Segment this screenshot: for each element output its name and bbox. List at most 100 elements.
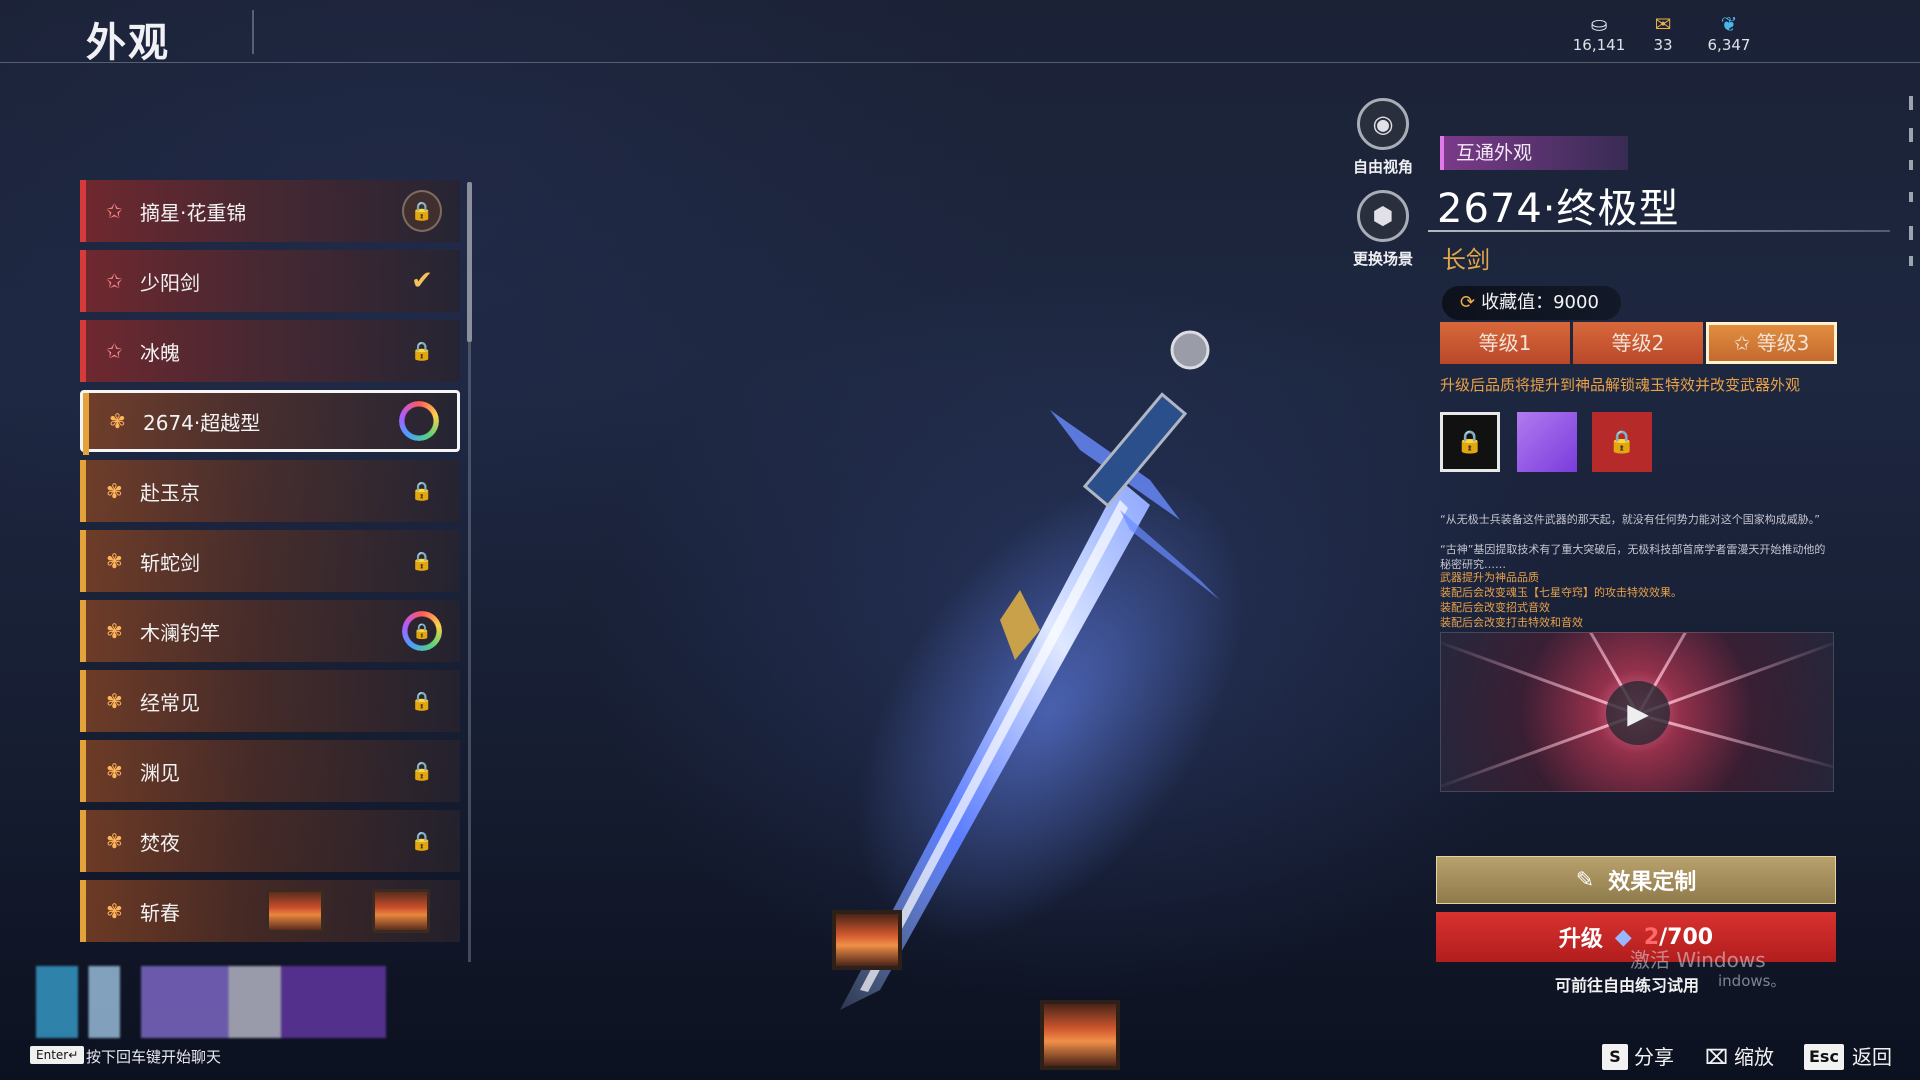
play-icon[interactable]: ▶	[1606, 681, 1670, 745]
tier-bar	[80, 250, 86, 312]
collection-icon: ⟳	[1460, 292, 1476, 313]
tier-bar	[80, 530, 86, 592]
effect-line: 装配后会改变魂玉【七星夺窍】的攻击特效效果。	[1440, 586, 1682, 599]
header-rule	[0, 62, 1920, 63]
list-item[interactable]: ✩ 冰魄 🔒	[80, 320, 460, 382]
soul-jade-slot-red[interactable]: 🔒	[1592, 412, 1652, 472]
scroll-dot	[1909, 160, 1913, 170]
esc-key[interactable]: Esc	[1804, 1044, 1844, 1070]
share-label[interactable]: 分享	[1634, 1044, 1674, 1070]
tab-level-3-label: 等级3	[1756, 331, 1810, 355]
rainbow-ring-icon	[399, 401, 439, 441]
tier-bar	[83, 393, 89, 455]
currency-value: 16,141	[1572, 36, 1626, 54]
lore-line: “从无极士兵装备这件武器的那天起，就没有任何势力能对这个国家构成威胁。”	[1440, 513, 1820, 526]
chat-hint[interactable]: 按下回车键开始聊天	[86, 1046, 221, 1067]
list-item-selected[interactable]: ✾ 2674·超越型	[80, 390, 460, 455]
list-item-label: 少阳剑	[140, 270, 200, 295]
flower-icon: ✾	[106, 619, 123, 643]
back-label[interactable]: 返回	[1852, 1044, 1892, 1070]
list-item-label: 赴玉京	[140, 480, 200, 505]
flower-icon: ✾	[106, 759, 123, 783]
list-item-label: 经常见	[140, 690, 200, 715]
list-scrollbar-thumb[interactable]	[467, 182, 472, 342]
currency-value: 6,347	[1707, 36, 1751, 54]
feather-icon: ❦	[1720, 12, 1738, 36]
tier-bar	[80, 740, 86, 802]
check-icon: ✔	[411, 266, 433, 296]
star-icon: ✩	[106, 339, 123, 363]
flower-icon: ✾	[106, 549, 123, 573]
list-item-label: 摘星·花重锦	[140, 200, 247, 225]
ticket-icon: ✉	[1654, 12, 1672, 36]
effect-customize-label: 效果定制	[1608, 870, 1697, 895]
scroll-dot	[1909, 226, 1913, 240]
lock-icon: 🔒	[410, 690, 434, 712]
tab-level-1[interactable]: 等级1	[1440, 322, 1570, 364]
list-item-label: 木澜钓竿	[140, 620, 220, 645]
lock-icon: 🔒	[1608, 429, 1636, 455]
collection-value: 收藏值：9000	[1481, 292, 1599, 313]
tier-bar	[80, 180, 86, 242]
list-item-label: 斩春	[140, 900, 180, 925]
upgrade-note: 升级后品质将提升到神品解锁魂玉特效并改变武器外观	[1440, 376, 1801, 394]
lock-emblem-icon: 🔒	[402, 190, 442, 232]
free-camera-label: 自由视角	[1352, 158, 1413, 176]
flower-icon: ✾	[106, 689, 123, 713]
effect-line: 装配后会改变打击特效和音效	[1440, 616, 1583, 629]
coin-icon: ⛀	[1590, 12, 1608, 36]
weapon-name: 2674·终极型	[1437, 186, 1680, 232]
tier-bar	[80, 460, 86, 522]
page-title: 外观	[86, 20, 170, 66]
color-swatch-purple[interactable]	[1517, 412, 1577, 472]
list-item[interactable]: ✾ 焚夜 🔒	[80, 810, 460, 872]
tab-level-2[interactable]: 等级2	[1573, 322, 1703, 364]
upgrade-label: 升级	[1558, 927, 1603, 952]
lock-icon: 🔒	[410, 760, 434, 782]
floating-lantern	[832, 910, 902, 970]
list-item[interactable]: ✾ 经常见 🔒	[80, 670, 460, 732]
list-item[interactable]: ✩ 摘星·花重锦 🔒	[80, 180, 460, 242]
zoom-icon[interactable]: ⌧	[1700, 1044, 1733, 1070]
list-item[interactable]: ✾ 赴玉京 🔒	[80, 460, 460, 522]
list-item[interactable]: ✾ 斩春	[80, 880, 460, 942]
weapon-preview[interactable]	[820, 330, 1420, 1030]
list-item-label: 渊见	[140, 760, 180, 785]
lock-icon: 🔒	[410, 550, 434, 572]
lantern-icon	[372, 889, 430, 933]
currency-coins: ⛀ 16,141	[1564, 12, 1634, 54]
star-icon: ✩	[106, 199, 123, 223]
tier-bar	[80, 320, 86, 382]
zoom-label[interactable]: 缩放	[1734, 1044, 1774, 1070]
list-item[interactable]: ✾ 斩蛇剑 🔒	[80, 530, 460, 592]
collection-value-badge: ⟳ 收藏值：9000	[1442, 286, 1621, 320]
effect-preview-video[interactable]: ▶	[1440, 632, 1834, 792]
list-item[interactable]: ✩ 少阳剑 ✔	[80, 250, 460, 312]
lock-icon: 🔒	[410, 830, 434, 852]
flower-icon: ✾	[106, 479, 123, 503]
state-slot	[399, 401, 439, 441]
list-item[interactable]: ✾ 木澜钓竿 🔒	[80, 600, 460, 662]
header-divider	[252, 10, 254, 54]
chat-message-blurred	[36, 966, 386, 1038]
change-scene-button[interactable]: ⬢ 更换场景	[1338, 190, 1428, 269]
lock-icon: 🔒	[1456, 429, 1484, 455]
state-slot: 🔒	[402, 611, 442, 651]
windows-watermark: 激活 Windows	[1630, 948, 1766, 972]
list-item[interactable]: ✾ 渊见 🔒	[80, 740, 460, 802]
effect-customize-button[interactable]: ✎ 效果定制	[1436, 856, 1836, 904]
state-slot: 🔒	[402, 190, 442, 232]
scroll-dot	[1909, 96, 1913, 110]
lock-icon: 🔒	[410, 480, 434, 502]
tier-bar	[80, 810, 86, 872]
windows-watermark-sub: indows。	[1718, 972, 1786, 990]
cube-icon: ⬢	[1357, 190, 1409, 242]
share-key[interactable]: S	[1602, 1044, 1628, 1070]
star-icon: ✩	[1733, 331, 1757, 355]
tab-level-3[interactable]: ✩ 等级3	[1706, 322, 1837, 364]
lantern-icon	[266, 889, 324, 933]
free-camera-button[interactable]: ◉ 自由视角	[1338, 98, 1428, 177]
soul-jade-slot-locked[interactable]: 🔒	[1440, 412, 1500, 472]
lore-line: “古神”基因提取技术有了重大突破后，无极科技部首席学者雷漫天开始推动他的秘密研究…	[1440, 543, 1826, 571]
tier-bar	[80, 880, 86, 942]
